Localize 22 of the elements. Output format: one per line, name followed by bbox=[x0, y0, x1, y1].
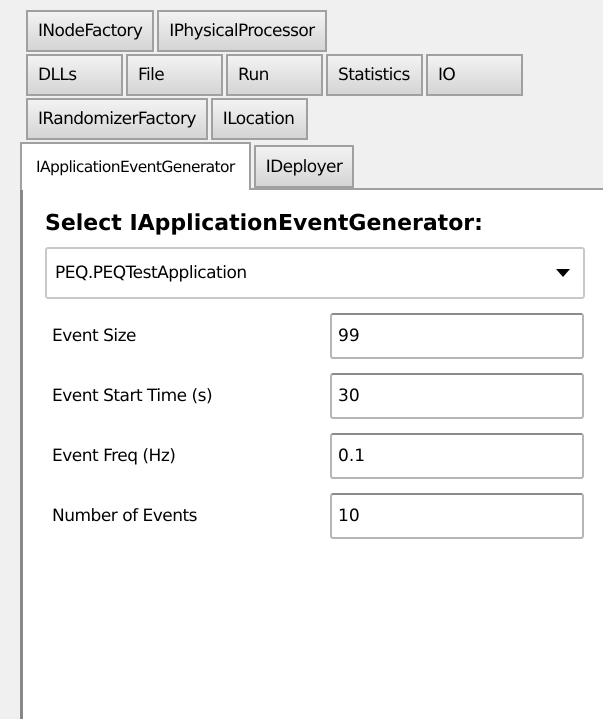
tab[interactable]: DLLs bbox=[26, 54, 123, 96]
tab[interactable]: ILocation bbox=[210, 98, 308, 140]
field-label: Number of Events bbox=[51, 506, 198, 526]
heading: Select IApplicationEventGenerator: bbox=[45, 210, 484, 238]
tab[interactable]: IDeployer bbox=[254, 145, 354, 188]
tab[interactable]: Statistics bbox=[326, 54, 423, 96]
tab[interactable]: IPhysicalProcessor bbox=[157, 10, 327, 52]
input-field[interactable]: 30 bbox=[330, 373, 584, 419]
field-label: Event Freq (Hz) bbox=[51, 446, 176, 466]
dropdown[interactable]: PEQ.PEQTestApplication bbox=[45, 247, 585, 299]
tab[interactable]: IRandomizerFactory bbox=[26, 98, 208, 140]
tab[interactable]: File bbox=[126, 54, 223, 96]
tab[interactable]: IApplicationEventGenerator bbox=[20, 142, 251, 190]
field-label: Event Size bbox=[51, 326, 138, 346]
input-field[interactable]: 99 bbox=[330, 313, 584, 359]
caret-icon bbox=[555, 268, 571, 278]
tab[interactable]: IO bbox=[426, 54, 523, 96]
tab[interactable]: INodeFactory bbox=[26, 10, 154, 52]
input-field[interactable]: 10 bbox=[330, 493, 584, 539]
field-label: Event Start Time (s) bbox=[51, 386, 214, 406]
input-field[interactable]: 0.1 bbox=[330, 433, 584, 479]
tab[interactable]: Run bbox=[226, 54, 323, 96]
